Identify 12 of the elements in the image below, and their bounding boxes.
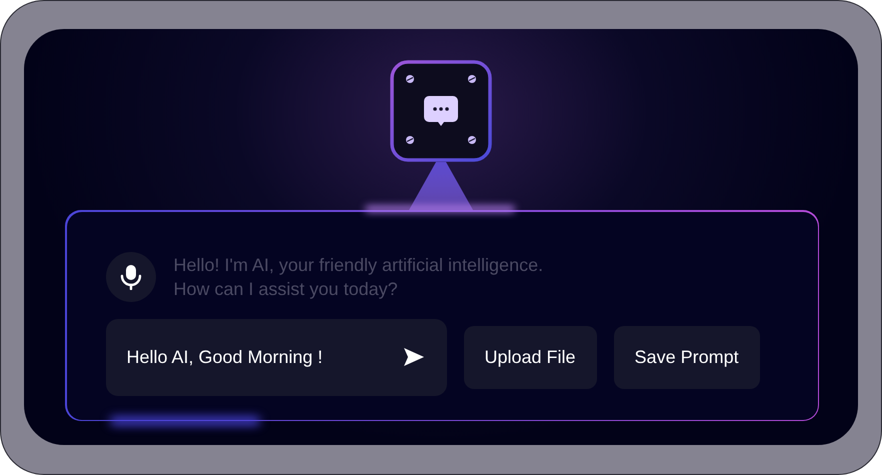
chat-bubble-icon <box>424 96 458 126</box>
screw-icon <box>468 136 476 144</box>
screw-icon <box>468 75 476 83</box>
action-button[interactable]: Upload File <box>464 326 597 388</box>
screw-icon <box>406 136 414 144</box>
action-button[interactable]: Save Prompt <box>614 326 760 388</box>
send-icon[interactable] <box>402 347 424 367</box>
assistant-greeting: Hello! I'm AI, your friendly artificial intelligence. How can I assist you today? <box>174 254 544 300</box>
message-input[interactable]: Hello AI, Good Morning ! <box>106 318 446 396</box>
message-text-field[interactable]: Hello AI, Good Morning ! <box>126 344 402 370</box>
screw-icon <box>406 75 414 83</box>
microphone-icon <box>120 264 142 290</box>
